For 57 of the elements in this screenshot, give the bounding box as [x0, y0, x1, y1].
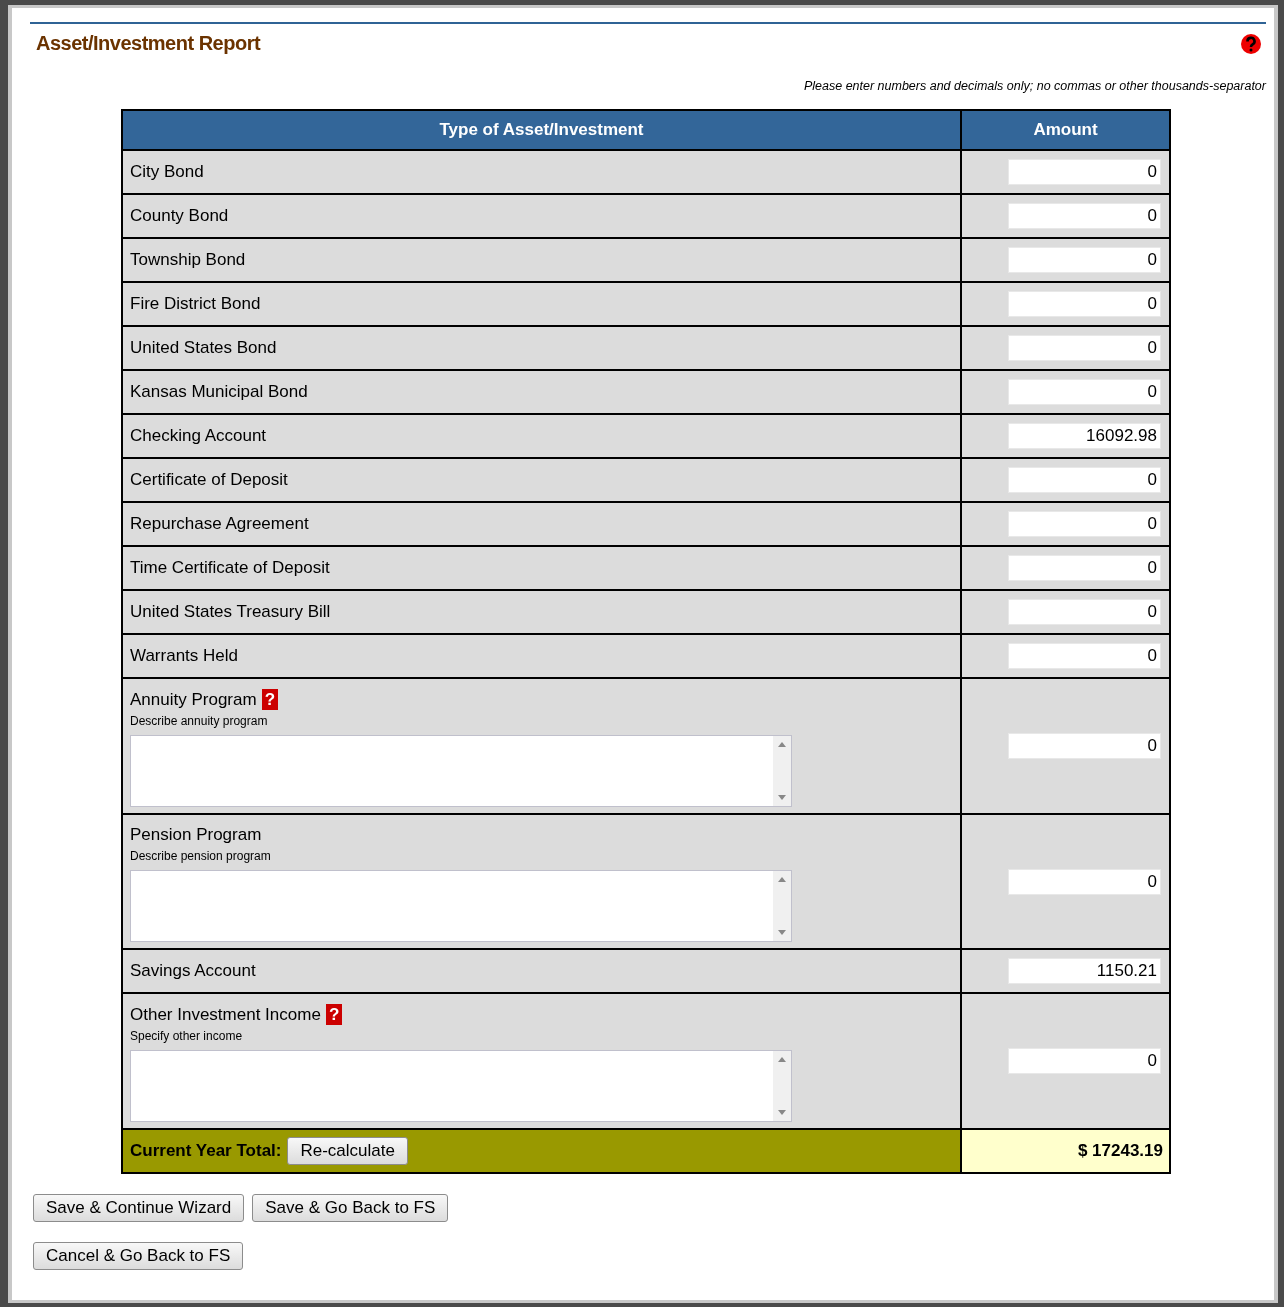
asset-label: Fire District Bond: [130, 294, 261, 313]
scroll-down-icon[interactable]: [778, 930, 786, 935]
amount-field[interactable]: 0: [1008, 733, 1161, 759]
scroll-up-icon[interactable]: [778, 742, 786, 747]
help-icon[interactable]: [1240, 32, 1262, 55]
asset-label: Other Investment Income: [130, 1004, 321, 1025]
asset-label: Repurchase Agreement: [130, 514, 309, 533]
report-title: Asset/Investment Report: [36, 32, 261, 55]
asset-label: Warrants Held: [130, 646, 238, 665]
description-label: Specify other income: [130, 1029, 244, 1043]
asset-label: Time Certificate of Deposit: [130, 558, 330, 577]
description-label: Describe annuity program: [130, 714, 269, 728]
scroll-up-icon[interactable]: [778, 877, 786, 882]
scroll-down-icon[interactable]: [778, 1110, 786, 1115]
asset-label: Pension Program: [130, 825, 262, 845]
total-label: Current Year Total:: [130, 1141, 282, 1161]
scroll-up-icon[interactable]: [778, 1057, 786, 1062]
asset-label: Checking Account: [130, 426, 267, 445]
amount-field[interactable]: 0: [1008, 511, 1161, 537]
asset-label: County Bond: [130, 206, 229, 225]
amount-field[interactable]: 0: [1008, 291, 1161, 317]
scroll-down-icon[interactable]: [778, 795, 786, 800]
amount-field[interactable]: 0: [1008, 868, 1161, 895]
action-button[interactable]: Save & Continue Wizard: [33, 1194, 245, 1222]
amount-field[interactable]: 0: [1008, 203, 1161, 229]
amount-field[interactable]: 0: [1008, 379, 1161, 405]
description-field[interactable]: [130, 735, 792, 807]
asset-label: Annuity Program: [130, 689, 257, 710]
help-button[interactable]: ?: [325, 1004, 343, 1025]
help-button[interactable]: ?: [261, 689, 278, 710]
action-button[interactable]: Save & Go Back to FS: [252, 1194, 449, 1222]
asset-label: Township Bond: [130, 250, 246, 269]
amount-field[interactable]: 0: [1008, 1048, 1161, 1074]
description-label: Describe pension program: [130, 849, 272, 863]
amount-field[interactable]: 0: [1008, 643, 1161, 669]
instruction-note: Please enter numbers and decimals only; no commas or other thousands-separator: [802, 79, 1266, 93]
asset-label: Certificate of Deposit: [130, 470, 288, 489]
amount-field[interactable]: 0: [1008, 159, 1161, 185]
amount-field[interactable]: 16092.98: [1008, 423, 1161, 449]
asset-label: United States Treasury Bill: [130, 602, 331, 621]
amount-field[interactable]: 0: [1008, 599, 1161, 625]
column-header: Amount: [961, 110, 1170, 150]
amount-field[interactable]: 0: [1008, 335, 1161, 361]
recalculate-button[interactable]: Re-calculate: [287, 1137, 408, 1165]
asset-label: City Bond: [130, 162, 204, 181]
amount-field[interactable]: 1150.21: [1008, 958, 1161, 984]
asset-label: Kansas Municipal Bond: [130, 382, 308, 401]
amount-field[interactable]: 0: [1008, 247, 1161, 273]
total-value: $ 17243.19: [1077, 1141, 1163, 1160]
amount-field[interactable]: 0: [1008, 555, 1161, 581]
column-header: Type of Asset/Investment: [122, 110, 961, 150]
asset-label: United States Bond: [130, 338, 277, 357]
amount-field[interactable]: 0: [1008, 467, 1161, 493]
action-button[interactable]: Cancel & Go Back to FS: [33, 1242, 244, 1270]
description-field[interactable]: [130, 870, 792, 942]
asset-label: Savings Account: [130, 961, 256, 980]
description-field[interactable]: [130, 1050, 792, 1122]
